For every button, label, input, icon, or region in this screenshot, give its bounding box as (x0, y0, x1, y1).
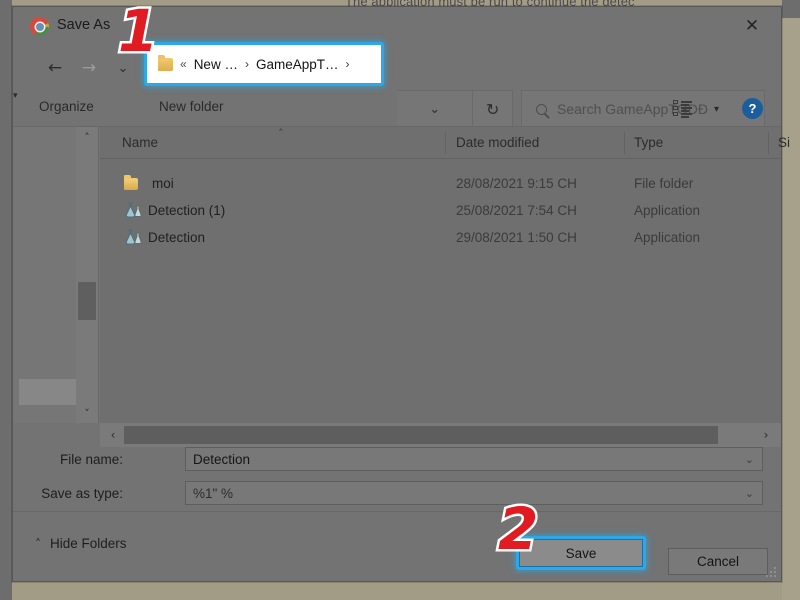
new-folder-button[interactable]: New folder (159, 99, 224, 114)
scroll-right-icon[interactable]: › (755, 423, 777, 447)
file-list-horizontal-scrollbar[interactable]: ‹ › (100, 423, 781, 447)
file-list[interactable]: Name ˄ Date modified Type Si moi 28/08/2… (100, 127, 790, 423)
dialog-footer: ˄ Hide Folders (13, 511, 781, 581)
breadcrumb-segment-1[interactable]: New … (194, 57, 238, 72)
save-type-select[interactable]: %1" % ⌄ (185, 481, 763, 505)
dialog-body: ˄ ˅ Name ˄ Date modified Type Si moi 28/… (13, 127, 790, 447)
background-left-strip (0, 0, 12, 600)
background-right-panel (782, 0, 800, 600)
scrollbar-thumb-horizontal[interactable] (124, 426, 718, 444)
navigation-pane[interactable]: ˄ ˅ (13, 127, 99, 423)
column-header-size[interactable]: Si (778, 135, 790, 150)
hide-folders-label: Hide Folders (50, 536, 127, 551)
dialog-toolbar: Organize ▾ New folder ▾ ? (13, 91, 781, 127)
save-type-value: %1" % (193, 485, 234, 501)
organize-caret-icon[interactable]: ▾ (13, 91, 781, 101)
cancel-button[interactable]: Cancel (668, 548, 768, 575)
file-name-value: Detection (193, 451, 251, 467)
file-type-cell: Application (634, 203, 701, 218)
file-name-cell: Detection (1) (148, 203, 226, 218)
view-caret-icon[interactable]: ▾ (714, 104, 719, 115)
navigation-pane-scrollbar[interactable]: ˄ ˅ (76, 127, 98, 423)
file-date-cell: 29/08/2021 1:50 CH (456, 230, 577, 245)
chrome-icon (30, 17, 49, 36)
chevron-down-icon[interactable]: ⌄ (745, 453, 754, 466)
chevron-right-icon[interactable]: › (245, 57, 249, 71)
flask-icon (124, 202, 143, 219)
file-date-cell: 25/08/2021 7:54 CH (456, 203, 577, 218)
scroll-up-icon[interactable]: ˄ (76, 127, 98, 147)
scrollbar-thumb-vertical[interactable] (78, 282, 96, 320)
column-header-type[interactable]: Type (634, 135, 663, 150)
view-layout-icon[interactable] (673, 100, 693, 118)
file-date-cell: 28/08/2021 9:15 CH (456, 176, 577, 191)
help-icon[interactable]: ? (742, 98, 763, 119)
save-fields: File name: Detection ⌄ Save as type: %1"… (13, 447, 781, 517)
flask-icon (124, 229, 143, 246)
file-name-label: File name: (59, 452, 123, 467)
background-right-topstrip (782, 0, 800, 18)
folder-icon (158, 54, 173, 71)
folder-icon (124, 175, 138, 190)
dialog-title: Save As (57, 17, 111, 33)
annotation-step-1: 1 (115, 0, 160, 65)
save-type-label: Save as type: (41, 486, 123, 501)
breadcrumb-overflow-icon[interactable]: « (180, 57, 187, 71)
file-type-cell: File folder (634, 176, 694, 191)
forward-arrow-icon[interactable]: → (75, 54, 103, 82)
scroll-left-icon[interactable]: ‹ (102, 423, 124, 447)
annotation-step-2: 2 (495, 495, 540, 563)
chevron-down-icon[interactable]: ⌄ (745, 487, 754, 500)
table-row[interactable]: Detection (1) 25/08/2021 7:54 CH Applica… (100, 198, 781, 225)
save-as-dialog: Save As ✕ ← → ⌄ ↑ ⌄ ↻ Search GameAppTGDĐ… (12, 6, 790, 582)
hide-folders-button[interactable]: ˄ Hide Folders (35, 536, 127, 551)
organize-button[interactable]: Organize (39, 99, 94, 114)
close-icon[interactable]: ✕ (735, 13, 769, 39)
table-row[interactable]: Detection 29/08/2021 1:50 CH Application (100, 225, 781, 252)
file-name-cell: moi (152, 176, 174, 191)
sort-indicator-icon: ˄ (278, 127, 284, 140)
table-row[interactable]: moi 28/08/2021 9:15 CH File folder (100, 171, 781, 198)
address-bar-highlight[interactable]: « New … › GameAppT… › (144, 42, 384, 86)
file-name-input[interactable]: Detection ⌄ (185, 447, 763, 471)
file-list-header: Name ˄ Date modified Type Si (100, 127, 790, 159)
navigation-pane-selected-item[interactable] (19, 379, 83, 405)
chevron-up-icon: ˄ (35, 536, 41, 551)
file-type-cell: Application (634, 230, 701, 245)
scroll-down-icon[interactable]: ˅ (76, 403, 98, 423)
column-header-date-modified[interactable]: Date modified (456, 135, 539, 150)
breadcrumb[interactable]: « New … › GameAppT… › (147, 45, 381, 83)
chevron-right-icon[interactable]: › (345, 57, 349, 71)
back-arrow-icon[interactable]: ← (41, 54, 69, 82)
file-name-cell: Detection (148, 230, 206, 245)
column-header-name[interactable]: Name (122, 135, 158, 150)
breadcrumb-segment-2[interactable]: GameAppT… (256, 57, 339, 72)
